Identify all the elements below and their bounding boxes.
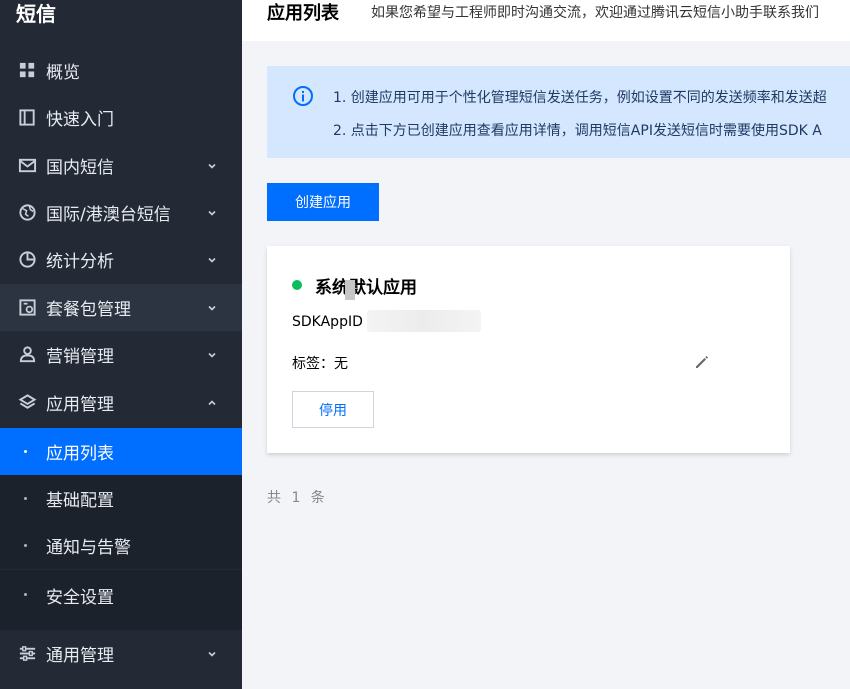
pencil-icon[interactable]: [693, 353, 711, 371]
chevron-down-icon: [208, 257, 216, 263]
package-icon: [17, 298, 37, 318]
sidebar-subitem-security[interactable]: 安全设置: [0, 570, 242, 630]
chevron-down-icon: [208, 651, 216, 657]
tag-label: 标签：无: [292, 356, 348, 372]
sidebar-item-marketing[interactable]: 营销管理: [0, 331, 242, 378]
book-icon: [17, 108, 37, 128]
sidebar-subitem-label: 基础配置: [46, 491, 114, 511]
sidebar-item-label: 快速入门: [46, 110, 114, 130]
info-icon: [293, 86, 313, 106]
page-title: 应用列表: [267, 3, 339, 24]
sidebar: 短信 概览 快速入门 国内短信 国际/港澳台短信 统计分析 套餐包管理 营销管理…: [0, 0, 242, 689]
sidebar-subitem-label: 通知与告警: [46, 538, 131, 558]
mail-icon: [17, 156, 37, 176]
redaction-mark: [345, 280, 355, 300]
sidebar-item-quickstart[interactable]: 快速入门: [0, 94, 242, 141]
chevron-down-icon: [208, 305, 216, 311]
sidebar-item-label: 通用管理: [46, 646, 114, 666]
sidebar-item-international-sms[interactable]: 国际/港澳台短信: [0, 189, 242, 236]
sidebar-item-statistics[interactable]: 统计分析: [0, 236, 242, 283]
sidebar-brand: 短信: [16, 2, 56, 26]
globe-icon: [17, 203, 37, 223]
grid-icon: [17, 61, 37, 81]
sidebar-item-label: 套餐包管理: [46, 300, 131, 320]
sidebar-item-label: 国际/港澳台短信: [46, 205, 171, 225]
sidebar-subitem-label: 应用列表: [46, 444, 114, 464]
sidebar-item-general-management[interactable]: 通用管理: [0, 630, 242, 677]
sidebar-item-label: 统计分析: [46, 252, 114, 272]
sidebar-item-overview[interactable]: 概览: [0, 47, 242, 94]
sidebar-subitem-notifications[interactable]: 通知与告警: [0, 522, 242, 569]
sidebar-subitem-basic-config[interactable]: 基础配置: [0, 475, 242, 522]
sidebar-item-domestic-sms[interactable]: 国内短信: [0, 142, 242, 189]
status-dot: [292, 280, 302, 290]
sidebar-item-label: 国内短信: [46, 158, 114, 178]
chevron-up-icon: [208, 399, 216, 405]
sidebar-item-label: 营销管理: [46, 347, 114, 367]
redacted-sdk-app-id: [367, 310, 481, 332]
pie-chart-icon: [17, 250, 37, 270]
total-count: 共 1 条: [267, 490, 328, 506]
disable-button[interactable]: 停用: [292, 391, 374, 428]
bullet-icon: [24, 544, 27, 547]
users-icon: [17, 345, 37, 365]
sidebar-item-label: 概览: [46, 63, 80, 83]
bullet-icon: [24, 497, 27, 500]
sidebar-item-label: 应用管理: [46, 395, 114, 415]
page-header: 应用列表 如果您希望与工程师即时沟通交流，欢迎通过腾讯云短信小助手联系我们: [242, 0, 850, 41]
header-hint: 如果您希望与工程师即时沟通交流，欢迎通过腾讯云短信小助手联系我们: [371, 5, 819, 21]
banner-line: 1. 创建应用可用于个性化管理短信发送任务，例如设置不同的发送频率和发送超: [333, 90, 827, 106]
chevron-down-icon: [208, 210, 216, 216]
sdk-app-id-label: SDKAppID: [292, 314, 363, 330]
bullet-icon: [24, 450, 27, 453]
create-app-button[interactable]: 创建应用: [267, 183, 379, 221]
sliders-icon: [17, 644, 37, 664]
bullet-icon: [24, 593, 27, 596]
app-name: 系统默认应用: [315, 278, 417, 298]
sidebar-item-packages[interactable]: 套餐包管理: [0, 284, 242, 331]
sidebar-item-app-management[interactable]: 应用管理: [0, 379, 242, 426]
info-banner: 1. 创建应用可用于个性化管理短信发送任务，例如设置不同的发送频率和发送超 2.…: [267, 66, 850, 158]
banner-line: 2. 点击下方已创建应用查看应用详情，调用短信API发送短信时需要使用SDK A: [333, 123, 822, 139]
sidebar-subitem-label: 安全设置: [46, 588, 114, 608]
layers-icon: [17, 393, 37, 413]
sidebar-subitem-app-list[interactable]: 应用列表: [0, 428, 242, 475]
chevron-down-icon: [208, 163, 216, 169]
chevron-down-icon: [208, 352, 216, 358]
app-card[interactable]: 系统默认应用 SDKAppID 标签：无 停用: [267, 246, 790, 453]
